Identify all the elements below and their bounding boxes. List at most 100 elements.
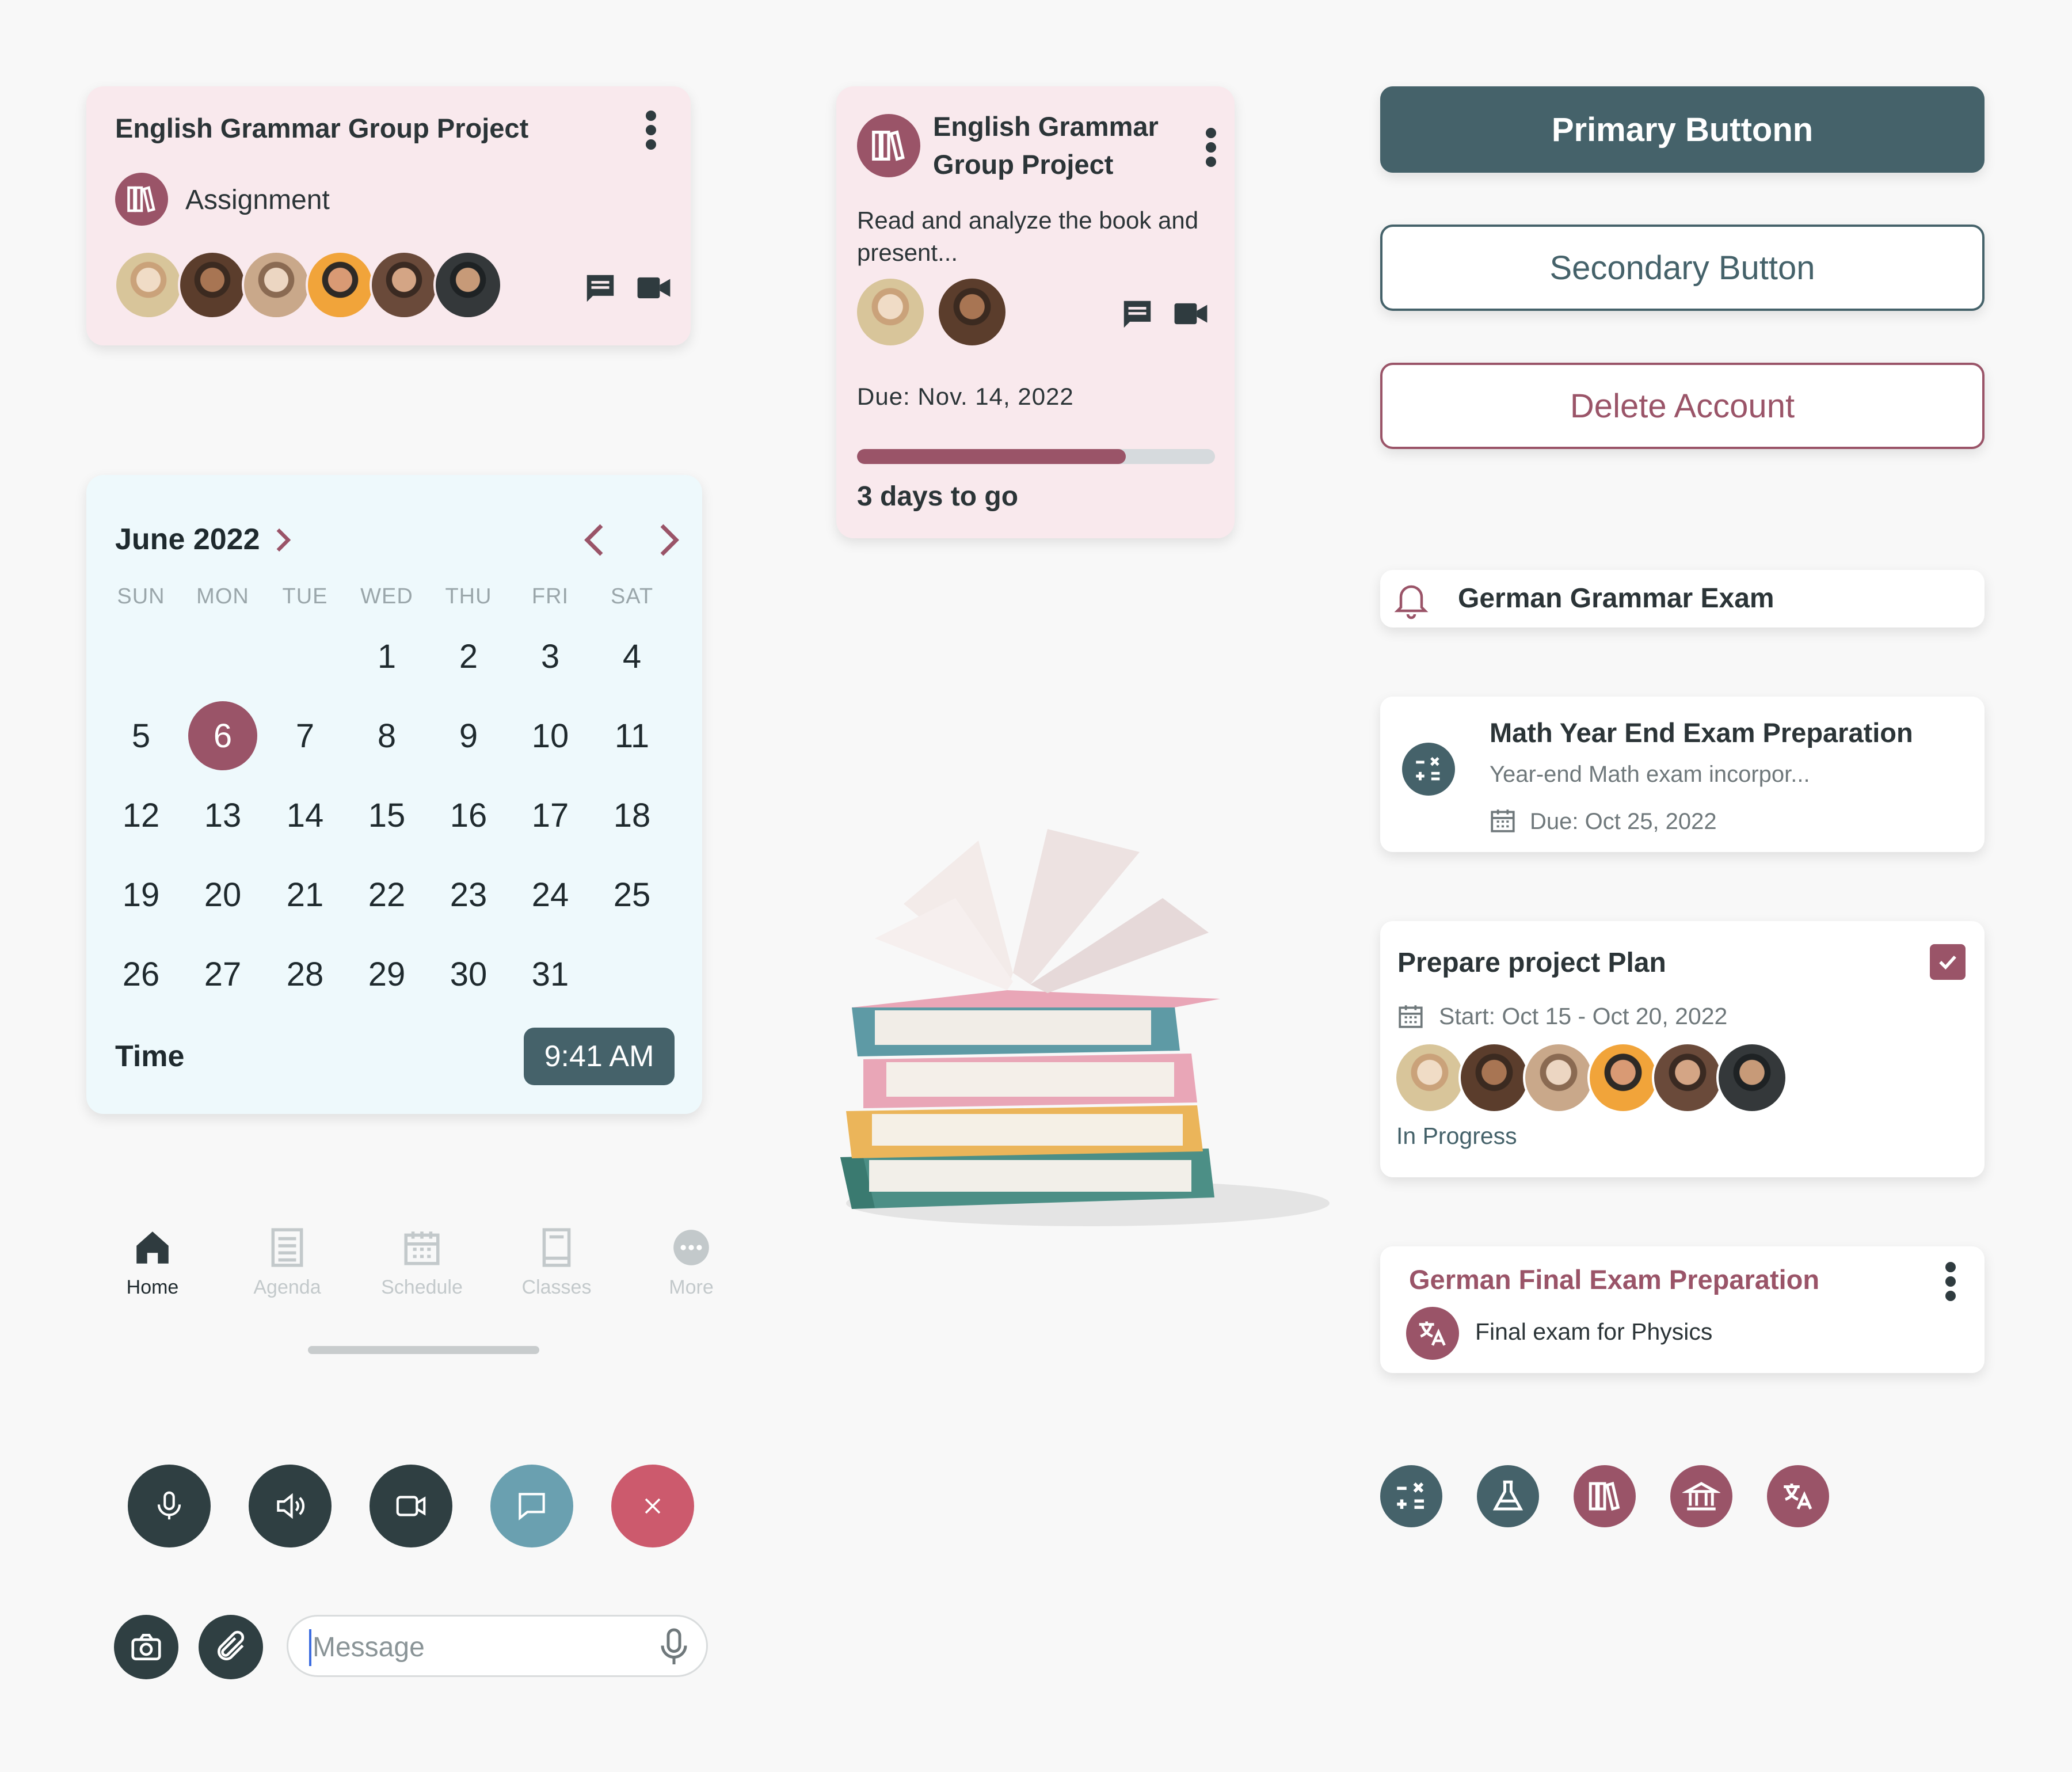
calendar-day[interactable]: 13 <box>188 781 257 850</box>
calendar-day[interactable]: 31 <box>516 940 585 1009</box>
calendar-day-selected[interactable]: 6 <box>188 701 257 770</box>
agenda-icon <box>230 1226 345 1272</box>
calendar-day[interactable]: 19 <box>106 860 176 929</box>
assignment-card[interactable]: English Grammar Group Project Assignment <box>86 86 691 345</box>
avatar[interactable] <box>114 250 183 320</box>
more-options-icon[interactable] <box>645 107 657 154</box>
nav-item-schedule[interactable]: Schedule <box>364 1226 479 1299</box>
weekday-label: MON <box>196 584 249 609</box>
avatar[interactable] <box>855 276 926 348</box>
translate-icon[interactable] <box>1767 1465 1829 1527</box>
message-field[interactable]: Message <box>287 1615 708 1677</box>
close-button[interactable] <box>611 1465 694 1547</box>
nav-item-home[interactable]: Home <box>95 1226 210 1299</box>
exam-subtitle: Final exam for Physics <box>1475 1318 1713 1345</box>
speaker-icon <box>272 1488 308 1524</box>
flask-icon[interactable] <box>1477 1465 1539 1527</box>
calendar-day[interactable]: 15 <box>352 781 421 850</box>
video-camera-icon[interactable] <box>1173 299 1209 331</box>
calendar-card: June 2022 SUN MON TUE WED THU FRI SAT 12345678… <box>86 475 702 1114</box>
calendar-day[interactable]: 29 <box>352 940 421 1009</box>
institution-icon[interactable] <box>1670 1465 1732 1527</box>
avatar[interactable] <box>306 250 375 320</box>
task-card[interactable]: Prepare project Plan Start: Oct 15 - Oct… <box>1380 921 1985 1177</box>
avatar[interactable] <box>242 250 311 320</box>
calendar-day[interactable]: 26 <box>106 940 176 1009</box>
calendar-day[interactable]: 14 <box>271 781 340 850</box>
books-icon[interactable] <box>1574 1465 1636 1527</box>
exam-title: Math Year End Exam Preparation <box>1490 717 1913 748</box>
delete-account-button[interactable]: Delete Account <box>1380 363 1985 449</box>
calendar-day[interactable]: 18 <box>597 781 666 850</box>
calendar-day[interactable]: 16 <box>434 781 503 850</box>
math-icon[interactable] <box>1380 1465 1442 1527</box>
calendar-day[interactable]: 11 <box>597 701 666 770</box>
avatar[interactable] <box>1716 1042 1788 1113</box>
video-camera-icon[interactable] <box>636 273 672 305</box>
camera-button[interactable] <box>114 1615 178 1679</box>
calendar-day[interactable]: 17 <box>516 781 585 850</box>
avatar[interactable] <box>936 276 1008 348</box>
task-checkbox[interactable] <box>1930 944 1966 980</box>
avatar[interactable] <box>370 250 439 320</box>
primary-button[interactable]: Primary Buttonn <box>1380 86 1985 173</box>
microphone-button[interactable] <box>128 1465 211 1547</box>
calendar-day[interactable]: 23 <box>434 860 503 929</box>
more-options-icon[interactable] <box>1205 124 1217 171</box>
calendar-day[interactable]: 21 <box>271 860 340 929</box>
microphone-icon[interactable] <box>657 1627 691 1670</box>
calendar-day[interactable]: 3 <box>516 622 585 691</box>
calendar-day[interactable]: 9 <box>434 701 503 770</box>
next-month-icon[interactable] <box>653 520 682 563</box>
calendar-day[interactable]: 5 <box>106 701 176 770</box>
chat-icon[interactable] <box>581 271 619 309</box>
calendar-day[interactable]: 30 <box>434 940 503 1009</box>
card-description: Read and analyze the book and present... <box>857 207 1199 266</box>
progress-fill <box>857 449 1126 464</box>
avatar[interactable] <box>1652 1042 1723 1113</box>
calendar-day[interactable]: 7 <box>271 701 340 770</box>
calendar-icon <box>1488 806 1517 838</box>
calendar-day[interactable]: 22 <box>352 860 421 929</box>
month-label[interactable]: June 2022 <box>115 522 260 557</box>
calendar-day[interactable]: 10 <box>516 701 585 770</box>
avatar[interactable] <box>1394 1042 1465 1113</box>
avatar[interactable] <box>1523 1042 1594 1113</box>
calendar-day[interactable]: 8 <box>352 701 421 770</box>
previous-month-icon[interactable] <box>581 520 610 563</box>
calendar-day[interactable]: 25 <box>597 860 666 929</box>
avatar[interactable] <box>433 250 502 320</box>
avatar[interactable] <box>178 250 247 320</box>
exam-title: German Final Exam Preparation <box>1409 1264 1820 1295</box>
assignment-progress-card[interactable]: English Grammar Group Project Read and a… <box>836 86 1235 538</box>
calendar-day[interactable]: 4 <box>597 622 666 691</box>
calendar-day[interactable]: 20 <box>188 860 257 929</box>
more-options-icon[interactable] <box>1944 1258 1957 1305</box>
calendar-day[interactable]: 12 <box>106 781 176 850</box>
time-picker[interactable]: 9:41 AM <box>524 1028 675 1085</box>
bell-icon <box>1391 578 1432 622</box>
exam-card-math[interactable]: Math Year End Exam Preparation Year-end … <box>1380 697 1985 852</box>
chat-button[interactable] <box>490 1465 573 1547</box>
speaker-button[interactable] <box>249 1465 332 1547</box>
chevron-right-icon[interactable] <box>271 526 294 557</box>
nav-item-more[interactable]: More <box>634 1226 749 1299</box>
attachment-button[interactable] <box>199 1615 263 1679</box>
calendar-day[interactable]: 27 <box>188 940 257 1009</box>
home-indicator <box>308 1346 539 1354</box>
nav-item-agenda[interactable]: Agenda <box>230 1226 345 1299</box>
reminder-card[interactable]: German Grammar Exam <box>1380 570 1985 628</box>
message-placeholder: Message <box>313 1632 425 1663</box>
exam-card-german[interactable]: German Final Exam Preparation Final exam… <box>1380 1246 1985 1373</box>
chat-icon[interactable] <box>1118 296 1156 335</box>
calendar-day[interactable]: 28 <box>271 940 340 1009</box>
calendar-day[interactable]: 24 <box>516 860 585 929</box>
video-camera-button[interactable] <box>370 1465 452 1547</box>
secondary-button[interactable]: Secondary Button <box>1380 225 1985 311</box>
calendar-day[interactable]: 2 <box>434 622 503 691</box>
avatar[interactable] <box>1458 1042 1530 1113</box>
books-illustration <box>840 829 1330 1226</box>
calendar-day[interactable]: 1 <box>352 622 421 691</box>
nav-item-classes[interactable]: Classes <box>499 1226 614 1299</box>
avatar[interactable] <box>1587 1042 1659 1113</box>
